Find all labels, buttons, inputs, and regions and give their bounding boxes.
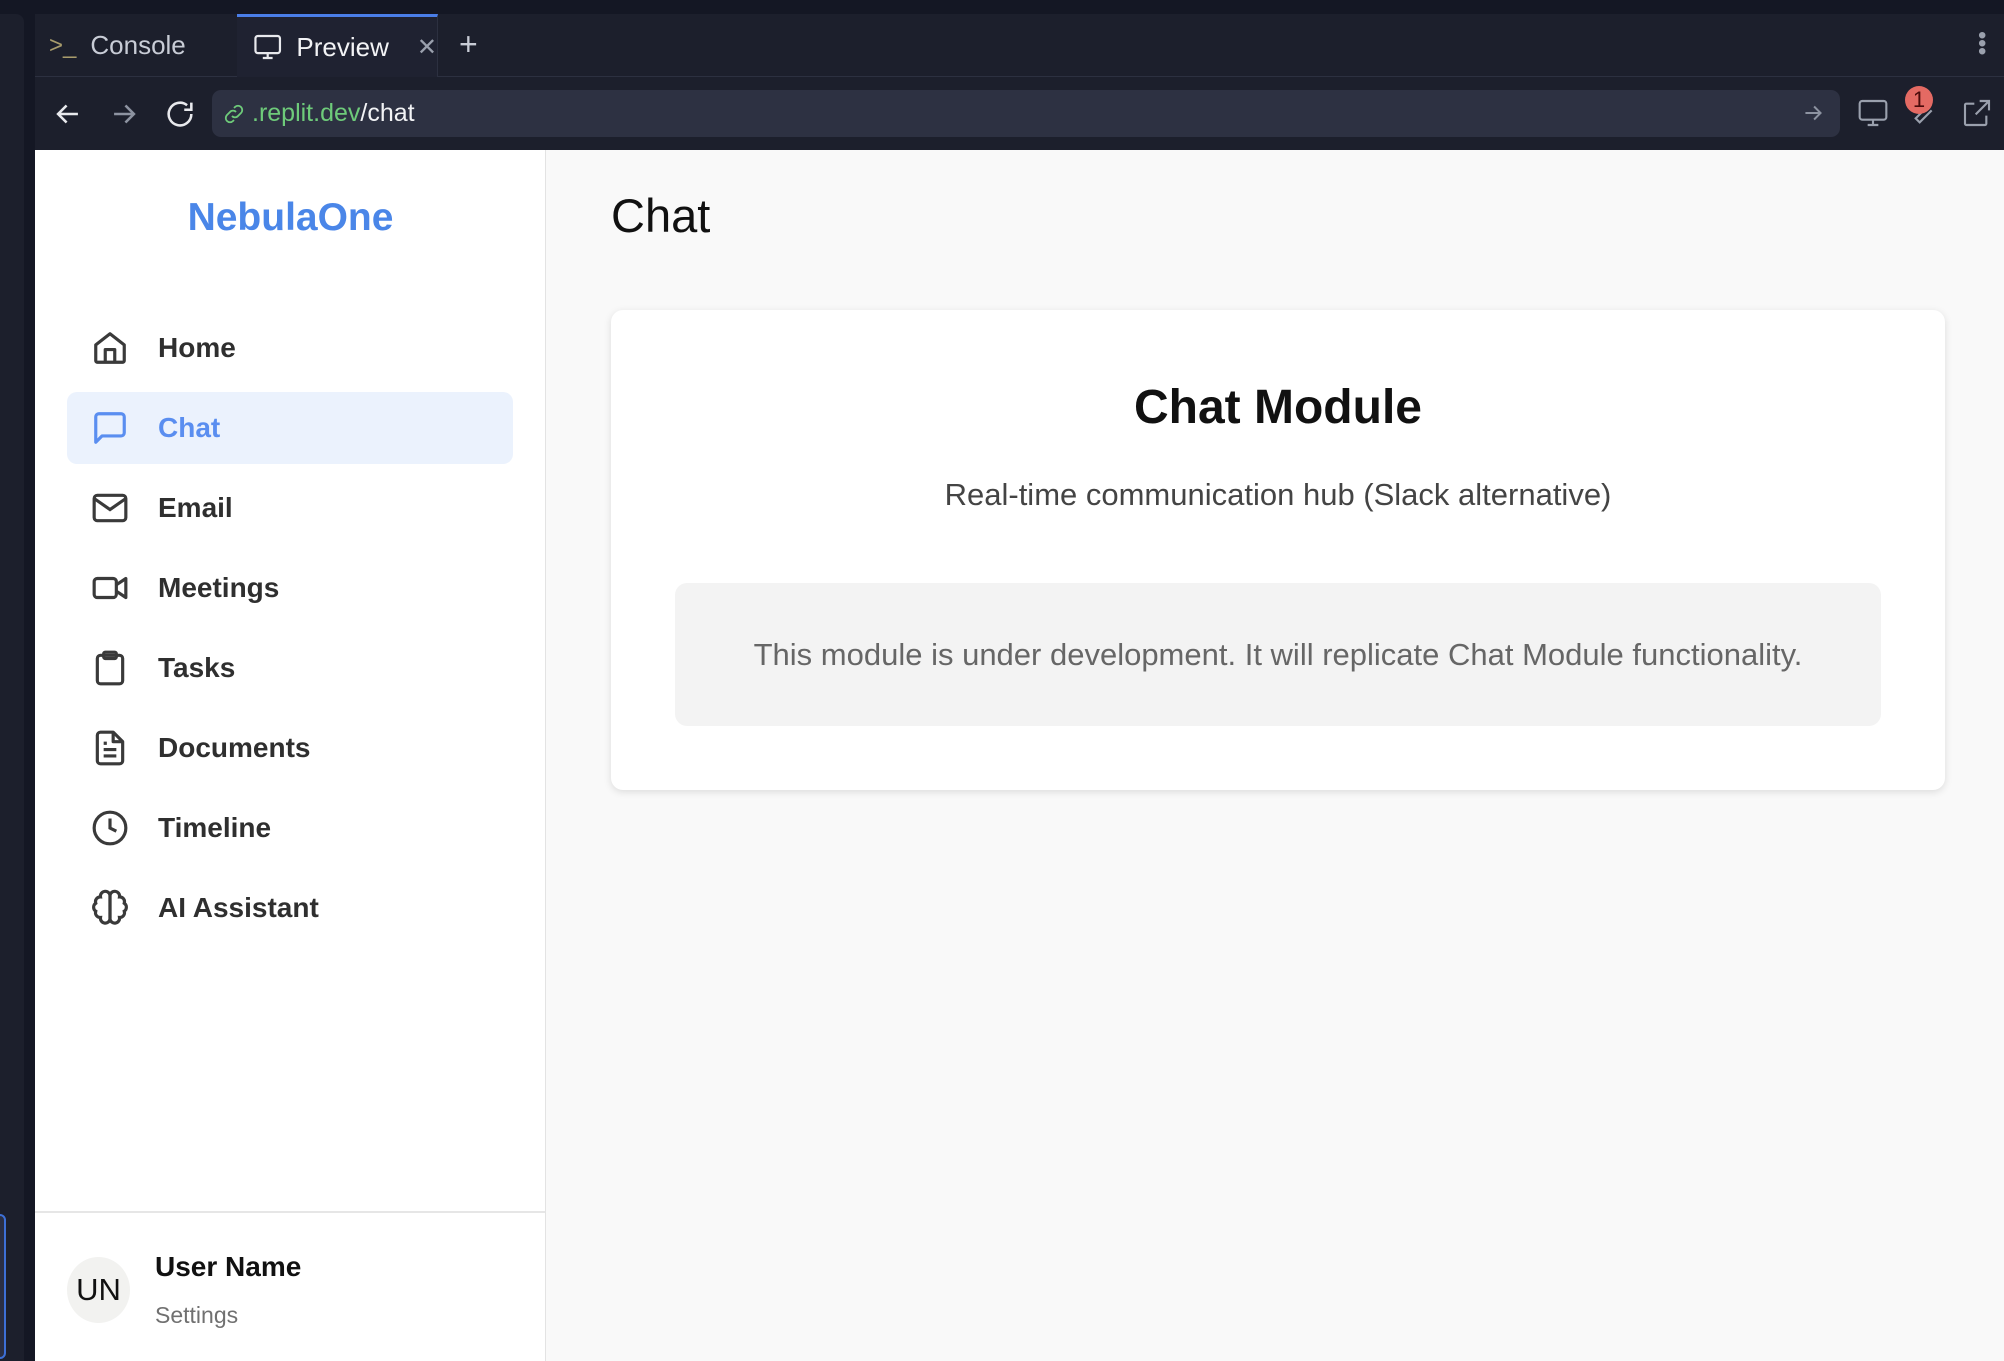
video-icon [92, 576, 128, 600]
sidebar-item-chat[interactable]: Chat [67, 392, 513, 464]
sidebar-item-label: Meetings [158, 572, 280, 603]
sidebar-item-label: Tasks [158, 652, 236, 683]
window-top-strip [0, 0, 2004, 14]
sidebar-item-documents[interactable]: Documents [67, 712, 513, 784]
brain-icon [92, 889, 128, 925]
tab-console[interactable]: >_ Console [49, 14, 186, 77]
sidebar-item-label: Documents [158, 732, 311, 763]
main-content: Chat Chat Module Real-time communication… [546, 150, 2004, 1361]
close-tab-icon[interactable]: ✕ [417, 33, 437, 62]
sidebar-item-label: Chat [158, 412, 221, 443]
more-options-icon[interactable]: • • • [1978, 24, 1986, 64]
sidebar-item-timeline[interactable]: Timeline [67, 792, 513, 864]
page-title: Chat [611, 189, 711, 242]
monitor-icon [254, 34, 282, 60]
back-icon[interactable] [51, 97, 85, 131]
module-card: Chat Module Real-time communication hub … [611, 310, 1945, 790]
new-tab-button[interactable]: + [459, 26, 478, 63]
clock-icon [92, 810, 128, 846]
tab-label: Preview [296, 31, 389, 62]
tab-preview[interactable]: Preview ✕ [237, 14, 438, 77]
file-text-icon [95, 730, 125, 766]
sidebar-nav: Home Chat Email Meetings Tasks Documents… [67, 312, 513, 952]
forward-icon[interactable] [107, 97, 141, 131]
user-profile[interactable]: UN User Name Settings [35, 1211, 545, 1361]
mail-icon [92, 493, 128, 523]
sidebar-item-label: Timeline [158, 812, 272, 843]
url-host: .replit.dev [252, 99, 361, 127]
tab-label: Console [90, 30, 186, 60]
terminal-icon: >_ [49, 31, 77, 59]
app-preview: NebulaOne Home Chat Email Meetings Tasks… [35, 150, 2004, 1361]
left-panel [0, 14, 24, 1361]
sidebar-item-label: Home [158, 332, 236, 363]
sidebar-item-label: AI Assistant [158, 892, 319, 923]
external-link-icon[interactable] [1961, 97, 1993, 129]
user-name: User Name [155, 1251, 302, 1282]
development-notice: This module is under development. It wil… [675, 583, 1881, 726]
tab-bar: >_ Console Preview ✕ + • • • [35, 14, 2004, 77]
card-title: Chat Module [1134, 381, 1422, 434]
sidebar-item-email[interactable]: Email [67, 472, 513, 544]
card-subtitle: Real-time communication hub (Slack alter… [944, 477, 1612, 512]
url-toolbar: .replit.dev/chat [35, 77, 2004, 150]
monitor-icon[interactable] [1857, 97, 1889, 129]
sidebar-item-meetings[interactable]: Meetings [67, 552, 513, 624]
url-input[interactable]: .replit.dev/chat [212, 90, 1840, 137]
sidebar-item-label: Email [158, 492, 233, 523]
avatar: UN [67, 1257, 130, 1323]
logo[interactable]: NebulaOne [35, 196, 546, 240]
url-path: /chat [360, 99, 415, 127]
sidebar-item-tasks[interactable]: Tasks [67, 632, 513, 704]
reload-icon[interactable] [163, 97, 197, 131]
home-icon [94, 332, 126, 364]
clipboard-icon [95, 650, 125, 686]
sidebar-item-ai-assistant[interactable]: AI Assistant [67, 872, 513, 944]
link-icon [224, 104, 244, 123]
sidebar: NebulaOne Home Chat Email Meetings Tasks… [35, 150, 546, 1361]
settings-link[interactable]: Settings [155, 1302, 238, 1329]
notification-badge: 1 [1905, 86, 1933, 114]
message-square-icon [94, 412, 126, 444]
sidebar-item-home[interactable]: Home [67, 312, 513, 384]
go-arrow-icon[interactable] [1800, 100, 1826, 126]
left-panel-selection[interactable] [0, 1214, 6, 1359]
